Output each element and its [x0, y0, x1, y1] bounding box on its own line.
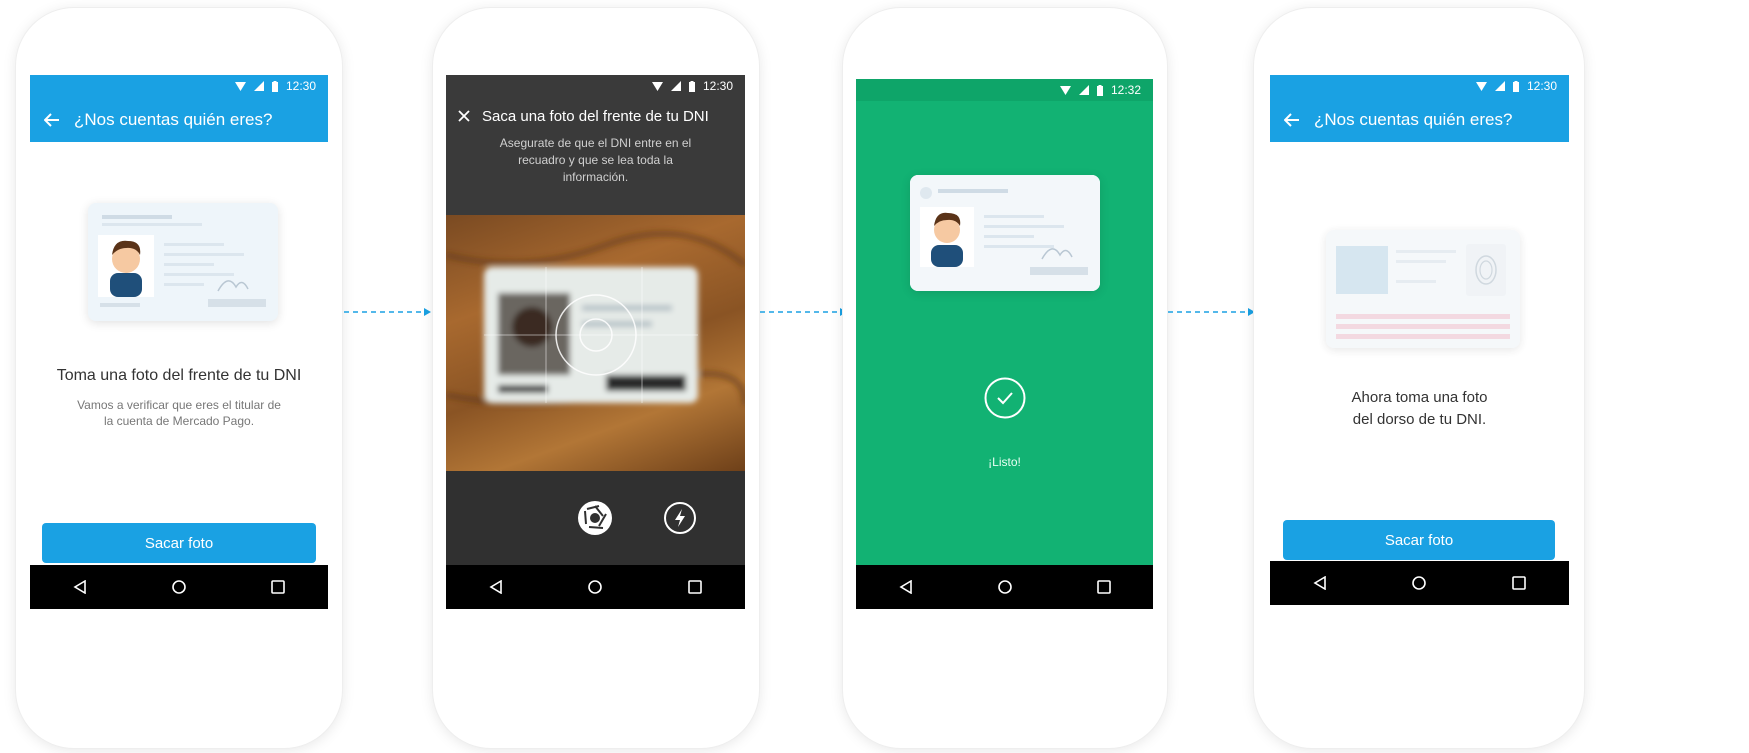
phone-frame-3: 12:32 ¡Listo!	[843, 8, 1167, 748]
status-time: 12:30	[1526, 79, 1557, 93]
nav-recents-icon[interactable]	[688, 580, 702, 594]
sacar-foto-button[interactable]: Sacar foto	[42, 523, 316, 563]
nav-back-icon[interactable]	[73, 580, 87, 594]
check-icon	[984, 377, 1026, 419]
battery-icon	[688, 80, 695, 92]
screen-3: 12:32 ¡Listo!	[856, 79, 1153, 609]
signal-icon	[1078, 85, 1089, 95]
flow-arrow-3	[1168, 308, 1255, 316]
sacar-foto-button[interactable]: Sacar foto	[1283, 520, 1555, 560]
camera-instructions: Asegurate de que el DNI entre en el recu…	[499, 136, 692, 184]
nav-home-icon[interactable]	[997, 580, 1012, 594]
dni-back-illustration	[1326, 230, 1520, 348]
app-bar-title: ¿Nos cuentas quién eres?	[1314, 109, 1513, 129]
wifi-icon	[651, 81, 663, 91]
shutter-icon[interactable]	[577, 500, 613, 536]
back-arrow-icon[interactable]	[30, 112, 74, 127]
phone-frame-1: 12:30 ¿Nos cuentas quién eres? Toma una …	[16, 8, 342, 748]
wifi-icon	[1475, 81, 1487, 91]
nav-back-icon[interactable]	[1313, 576, 1327, 590]
flash-icon[interactable]	[663, 501, 697, 535]
app-bar: ¿Nos cuentas quién eres?	[30, 97, 328, 142]
camera-controls	[446, 471, 745, 565]
camera-header: Saca una foto del frente de tu DNI Asegu…	[446, 97, 745, 215]
screen-heading: Toma una foto del frente de tu DNI	[56, 367, 302, 384]
screen-4: 12:30 ¿Nos cuentas quién eres? Ahora tom…	[1270, 75, 1569, 605]
scanned-dni-image	[446, 230, 745, 406]
android-nav-bar	[30, 565, 328, 609]
nav-home-icon[interactable]	[1412, 576, 1427, 590]
signal-icon	[670, 81, 681, 91]
camera-viewfinder	[446, 215, 745, 471]
status-bar: 12:32	[856, 79, 1153, 101]
success-label: ¡Listo!	[988, 455, 1021, 469]
id-card-icon	[88, 203, 278, 321]
id-card-icon	[910, 175, 1100, 291]
signal-icon	[253, 81, 264, 91]
battery-icon	[1096, 84, 1103, 96]
screen-heading: Ahora toma una foto del dorso de tu DNI.	[1351, 389, 1488, 428]
wifi-icon	[234, 81, 246, 91]
nav-home-icon[interactable]	[588, 580, 603, 594]
screen-subtext: Vamos a verificar que eres el titular de…	[77, 398, 281, 428]
nav-recents-icon[interactable]	[271, 580, 286, 594]
status-bar: 12:30	[1270, 75, 1569, 97]
status-bar: 12:30	[446, 75, 745, 97]
dni-front-captured	[910, 175, 1100, 291]
signal-icon	[1494, 81, 1505, 91]
app-bar-title: ¿Nos cuentas quién eres?	[74, 109, 273, 129]
battery-icon	[271, 80, 278, 92]
nav-recents-icon[interactable]	[1096, 580, 1111, 594]
flow-arrow-2	[760, 308, 847, 316]
status-time: 12:30	[285, 79, 316, 93]
status-time: 12:30	[702, 79, 733, 93]
status-bar: 12:30	[30, 75, 328, 97]
camera-title: Saca una foto del frente de tu DNI	[482, 107, 709, 125]
nav-recents-icon[interactable]	[1512, 576, 1526, 590]
id-card-back-icon	[1326, 230, 1520, 348]
status-time: 12:32	[1110, 83, 1141, 97]
screen-1: 12:30 ¿Nos cuentas quién eres? Toma una …	[30, 75, 328, 609]
flow-arrow-1	[344, 308, 431, 316]
wifi-icon	[1059, 85, 1071, 95]
close-icon[interactable]	[446, 110, 482, 122]
android-nav-bar	[1270, 561, 1569, 605]
phone-frame-4: 12:30 ¿Nos cuentas quién eres? Ahora tom…	[1254, 8, 1584, 748]
battery-icon	[1512, 80, 1519, 92]
phone-frame-2: 12:30 Saca una foto del frente de tu DNI…	[433, 8, 759, 748]
nav-back-icon[interactable]	[898, 580, 913, 594]
nav-home-icon[interactable]	[172, 580, 186, 594]
app-bar: ¿Nos cuentas quién eres?	[1270, 97, 1569, 142]
dni-front-illustration	[88, 203, 278, 321]
android-nav-bar	[446, 565, 745, 609]
back-arrow-icon[interactable]	[1270, 112, 1314, 127]
nav-back-icon[interactable]	[489, 580, 503, 594]
android-nav-bar	[856, 565, 1153, 609]
screen-2: 12:30 Saca una foto del frente de tu DNI…	[446, 75, 745, 609]
